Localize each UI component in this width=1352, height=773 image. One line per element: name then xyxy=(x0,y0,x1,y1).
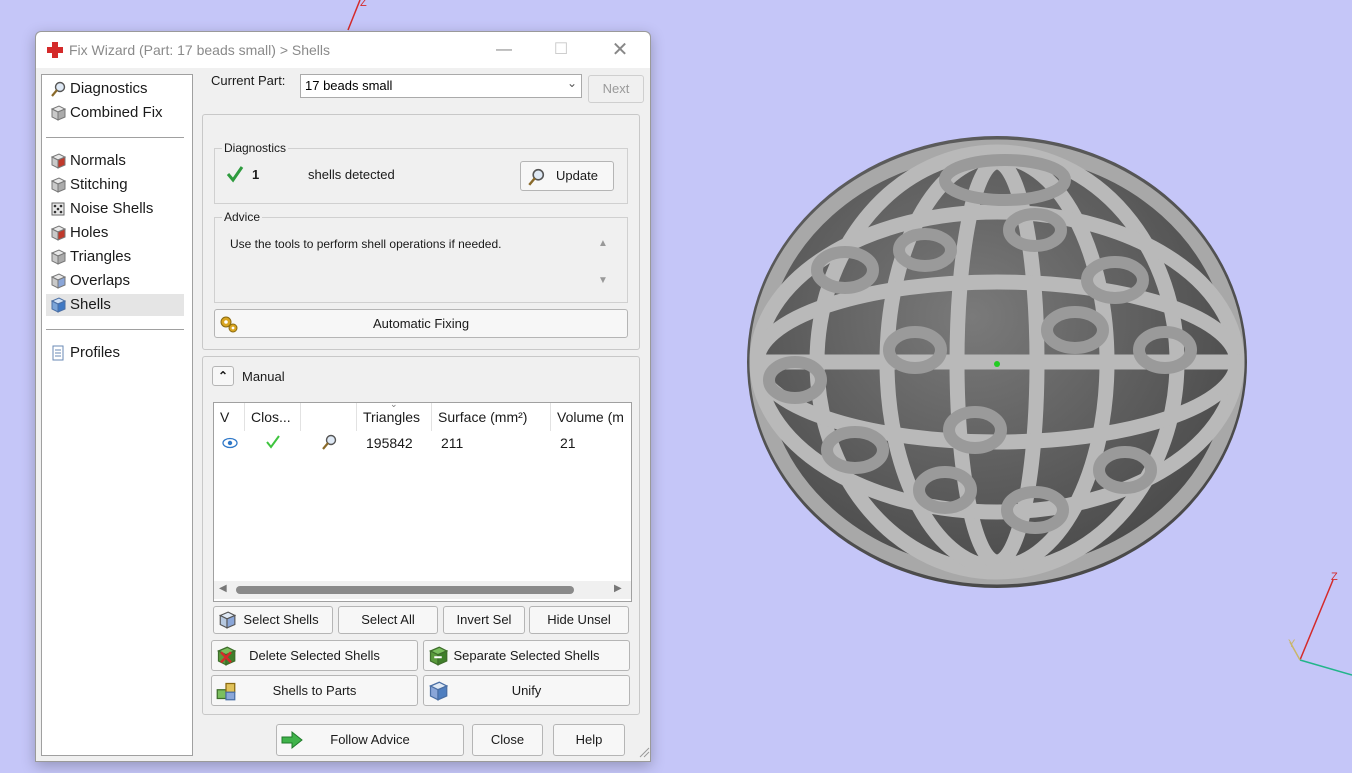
diagnostics-title: Diagnostics xyxy=(222,141,289,155)
nav-item-combined-fix[interactable]: Combined Fix xyxy=(46,102,184,124)
invert-sel-button[interactable]: Invert Sel xyxy=(443,606,525,634)
update-label: Update xyxy=(556,168,598,183)
sort-indicator-icon: ⌄ xyxy=(390,399,398,409)
unify-button[interactable]: Unify xyxy=(423,675,630,706)
scroll-down-icon[interactable]: ▼ xyxy=(598,275,608,286)
table-row[interactable]: 195842 211 21 xyxy=(214,431,631,455)
column-header[interactable] xyxy=(301,403,357,431)
cube-icon xyxy=(50,249,66,265)
cube-red-icon xyxy=(50,225,66,241)
separate-selected-shells-button[interactable]: Separate Selected Shells xyxy=(423,640,630,671)
follow-advice-label: Follow Advice xyxy=(330,732,410,747)
advice-title: Advice xyxy=(222,210,263,224)
nav-item-triangles[interactable]: Triangles xyxy=(46,246,184,268)
gears-icon xyxy=(220,316,238,333)
volume-cell: 21 xyxy=(560,435,576,451)
eye-icon[interactable] xyxy=(222,437,238,449)
magnifier-icon xyxy=(528,168,545,186)
column-header[interactable]: Surface (mm²) xyxy=(432,403,551,431)
delete-shell-icon xyxy=(217,646,236,666)
delete-selected-shells-label: Delete Selected Shells xyxy=(249,648,380,663)
minimize-button[interactable]: — xyxy=(492,38,516,62)
current-part-select[interactable]: 17 beads small ⌄ xyxy=(300,74,582,98)
cube-red-icon xyxy=(50,153,66,169)
cube-icon xyxy=(50,177,66,193)
triangles-cell: 195842 xyxy=(366,435,413,451)
red-cross-icon xyxy=(47,42,63,58)
shells-count: 1 xyxy=(252,167,260,182)
select-shells-button[interactable]: Select Shells xyxy=(213,606,333,634)
check-icon xyxy=(266,435,280,449)
nav-item-overlaps[interactable]: Overlaps xyxy=(46,270,184,292)
shells-table[interactable]: V Clos... Triangles Surface (mm²) Volume… xyxy=(213,399,632,602)
cube-icon xyxy=(218,611,236,629)
unify-label: Unify xyxy=(511,683,542,698)
cube-icon xyxy=(50,105,66,121)
resize-grip-icon[interactable] xyxy=(638,746,650,758)
shells-to-parts-button[interactable]: Shells to Parts xyxy=(211,675,418,706)
nav-separator xyxy=(46,329,184,330)
scrollbar-thumb[interactable] xyxy=(236,586,574,594)
horizontal-scrollbar[interactable]: ◀ ▶ xyxy=(214,581,631,599)
cube-icon xyxy=(50,273,66,289)
advice-group xyxy=(214,217,628,303)
cube-blue-icon xyxy=(50,297,66,313)
axis-indicator-corner xyxy=(1289,579,1352,676)
nav-item-shells[interactable]: Shells xyxy=(46,294,184,316)
manual-title: Manual xyxy=(242,369,285,384)
collapse-manual-button[interactable]: ⌃ xyxy=(212,366,234,386)
axis-y-label: Y xyxy=(1288,638,1296,650)
dice-icon xyxy=(51,202,65,216)
maximize-button[interactable]: ☐ xyxy=(549,38,573,62)
current-part-value: 17 beads small xyxy=(305,78,393,93)
column-header[interactable]: V xyxy=(214,403,245,431)
nav-item-normals[interactable]: Normals xyxy=(46,150,184,172)
title-bar[interactable]: Fix Wizard (Part: 17 beads small) > Shel… xyxy=(36,32,650,68)
column-header[interactable]: Clos... xyxy=(245,403,301,431)
advice-text: Use the tools to perform shell operation… xyxy=(230,237,502,251)
close-button[interactable]: Close xyxy=(472,724,543,756)
shells-to-parts-icon xyxy=(216,682,236,701)
axis-z-label-top: Z xyxy=(360,0,367,9)
axis-z-label: Z xyxy=(1331,571,1338,583)
next-button[interactable]: Next xyxy=(588,75,644,103)
window-title: Fix Wizard (Part: 17 beads small) > Shel… xyxy=(69,42,331,58)
unify-icon xyxy=(429,681,448,701)
nav-item-profiles[interactable]: Profiles xyxy=(46,342,184,364)
nav-item-diagnostics[interactable]: Diagnostics xyxy=(46,78,184,100)
separate-selected-shells-label: Separate Selected Shells xyxy=(453,648,600,663)
help-button[interactable]: Help xyxy=(553,724,625,756)
follow-advice-button[interactable]: Follow Advice xyxy=(276,724,464,756)
shells-to-parts-label: Shells to Parts xyxy=(272,683,357,698)
nav-pane: Diagnostics Combined Fix Normals Stitchi… xyxy=(41,74,193,756)
select-shells-label: Select Shells xyxy=(243,612,319,627)
nav-separator xyxy=(46,137,184,138)
nav-item-noise-shells[interactable]: Noise Shells xyxy=(46,198,184,220)
close-window-button[interactable]: ✕ xyxy=(608,38,632,62)
column-header[interactable]: Volume (m xyxy=(551,403,631,431)
arrow-right-icon xyxy=(281,730,303,750)
separate-shell-icon xyxy=(429,646,448,666)
update-button[interactable]: Update xyxy=(520,161,614,191)
automatic-fixing-label: Automatic Fixing xyxy=(372,316,470,331)
delete-selected-shells-button[interactable]: Delete Selected Shells xyxy=(211,640,418,671)
magnifier-icon xyxy=(51,81,66,97)
fix-wizard-dialog: Fix Wizard (Part: 17 beads small) > Shel… xyxy=(35,31,651,762)
nav-item-holes[interactable]: Holes xyxy=(46,222,184,244)
check-icon xyxy=(226,166,244,183)
magnifier-icon[interactable] xyxy=(321,434,337,450)
shells-detected-text: shells detected xyxy=(308,167,395,182)
surface-cell: 211 xyxy=(441,435,464,451)
select-all-button[interactable]: Select All xyxy=(338,606,438,634)
hide-unsel-button[interactable]: Hide Unsel xyxy=(529,606,629,634)
document-icon xyxy=(52,345,64,361)
chevron-down-icon: ⌄ xyxy=(566,76,577,90)
scroll-up-icon[interactable]: ▲ xyxy=(598,238,608,249)
bead-sphere-model[interactable] xyxy=(735,130,1260,595)
automatic-fixing-button[interactable]: Automatic Fixing xyxy=(214,309,628,338)
scroll-left-icon[interactable]: ◀ xyxy=(219,583,227,594)
current-part-label: Current Part: xyxy=(211,73,286,88)
scroll-right-icon[interactable]: ▶ xyxy=(614,583,622,594)
nav-item-stitching[interactable]: Stitching xyxy=(46,174,184,196)
